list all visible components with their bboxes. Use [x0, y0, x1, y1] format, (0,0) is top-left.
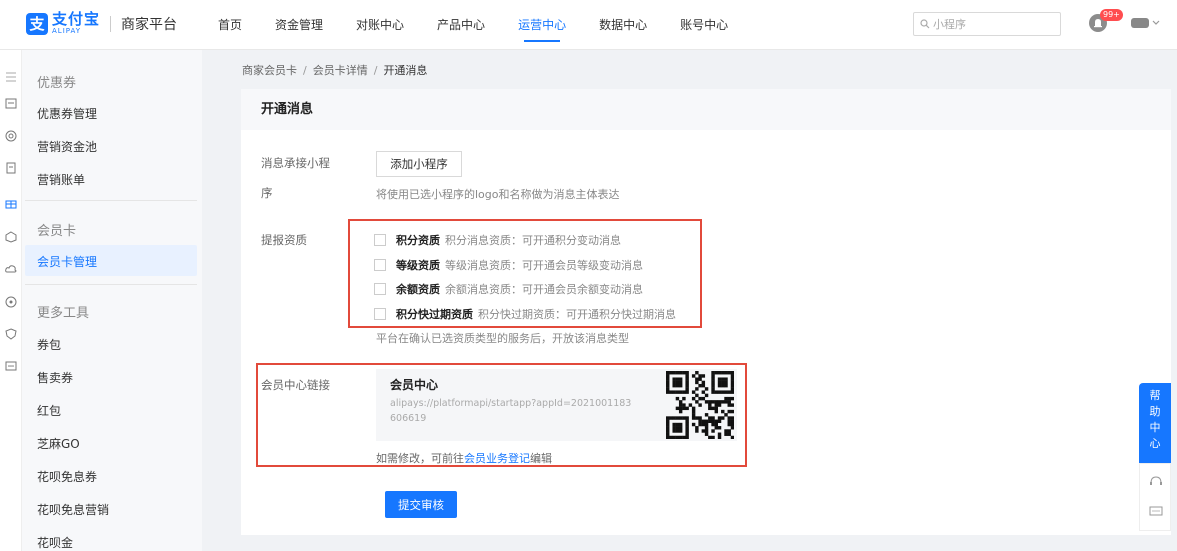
icon-rail: [0, 50, 22, 551]
gift-icon[interactable]: [4, 196, 18, 210]
page-title: 开通消息: [241, 89, 1171, 130]
nav-products[interactable]: 产品中心: [437, 0, 485, 50]
qualification-hint: 平台在确认已选资质类型的服务后，开放该消息类型: [376, 332, 629, 345]
notification-badge: 99+: [1100, 9, 1123, 21]
help-tools: [1139, 463, 1171, 531]
checkbox[interactable]: [374, 234, 386, 246]
record-icon[interactable]: [4, 295, 18, 309]
help-center-label: 帮助中心: [1149, 389, 1161, 450]
member-center-url: alipays://platformapi/startapp?appId=202…: [390, 398, 632, 424]
cube-icon[interactable]: [4, 230, 18, 244]
nav-home[interactable]: 首页: [218, 0, 242, 50]
target-icon[interactable]: [4, 129, 18, 143]
checkbox[interactable]: [374, 283, 386, 295]
sidebar-item-sale-coupon[interactable]: 售卖券: [37, 369, 73, 386]
chevron-down-icon: [1152, 20, 1160, 25]
breadcrumb-item[interactable]: 会员卡详情: [313, 64, 368, 77]
breadcrumb-item[interactable]: 商家会员卡: [242, 64, 297, 77]
breadcrumb-current: 开通消息: [383, 64, 428, 77]
sidebar-divider: [25, 284, 197, 285]
user-menu[interactable]: [1131, 18, 1160, 28]
sidebar-item-fund-pool[interactable]: 营销资金池: [37, 138, 97, 155]
add-miniapp-button[interactable]: 添加小程序: [376, 151, 462, 177]
sidebar-item-coupon-pack[interactable]: 券包: [37, 336, 61, 353]
sidebar-divider: [25, 200, 197, 201]
logo-divider: [110, 15, 112, 32]
new-feature-icon[interactable]: [1149, 504, 1163, 518]
sidebar-item-marketing-bill[interactable]: 营销账单: [37, 171, 85, 188]
nav-funds[interactable]: 资金管理: [275, 0, 323, 50]
alipay-logo[interactable]: 支 支付宝 ALIPAY 商家平台: [26, 12, 177, 35]
nav-data[interactable]: 数据中心: [599, 0, 647, 50]
sidebar-group-more-tools: 更多工具: [37, 306, 90, 321]
nav-operations[interactable]: 运营中心: [518, 0, 566, 50]
sidebar-item-zhima-go[interactable]: 芝麻GO: [37, 435, 80, 452]
main-nav: 首页 资金管理 对账中心 产品中心 运营中心 数据中心 账号中心: [218, 0, 728, 50]
member-link-label: 会员中心链接: [261, 378, 330, 392]
member-link-hint: 如需修改，可前往会员业务登记编辑: [376, 452, 552, 465]
breadcrumb: 商家会员卡 / 会员卡详情 / 开通消息: [242, 64, 428, 77]
miniapp-hint: 将使用已选小程序的logo和名称做为消息主体表达: [376, 188, 620, 201]
logo-title: 支付宝: [52, 10, 101, 28]
dashboard-icon[interactable]: [4, 97, 18, 111]
search-input[interactable]: [933, 17, 1053, 31]
sidebar-group-coupons: 优惠券: [37, 76, 77, 91]
sidebar-item-coupon-manage[interactable]: 优惠券管理: [37, 105, 97, 122]
avatar: [1131, 18, 1149, 28]
sidebar-item-huabei-gold[interactable]: 花呗金: [37, 534, 73, 551]
sidebar-item-huabei-coupon[interactable]: 花呗免息券: [37, 468, 97, 485]
sidebar-item-membership-manage[interactable]: 会员卡管理: [37, 253, 97, 270]
search-icon: [920, 19, 930, 29]
main-card: 开通消息 消息承接小程 序 添加小程序 将使用已选小程序的logo和名称做为消息…: [241, 89, 1171, 535]
miniapp-label: 消息承接小程: [261, 156, 330, 170]
qualification-label: 提报资质: [261, 233, 307, 247]
more-icon[interactable]: [4, 359, 18, 373]
cloud-icon[interactable]: [4, 262, 18, 276]
search-box[interactable]: [913, 12, 1061, 36]
qualification-option-points-expiring[interactable]: 积分快过期资质 积分快过期资质：可开通积分快过期消息: [374, 306, 676, 322]
checkbox[interactable]: [374, 259, 386, 271]
menu-icon[interactable]: [4, 70, 18, 84]
help-center-button[interactable]: 帮助中心: [1139, 383, 1171, 463]
document-icon[interactable]: [4, 161, 18, 175]
checkbox[interactable]: [374, 308, 386, 320]
submit-review-button[interactable]: 提交审核: [385, 491, 457, 518]
member-center-title: 会员中心: [390, 378, 439, 392]
top-bar: 支 支付宝 ALIPAY 商家平台 首页 资金管理 对账中心 产品中心 运营中心…: [0, 0, 1177, 50]
qualification-option-points[interactable]: 积分资质 积分消息资质：可开通积分变动消息: [374, 232, 621, 248]
shield-icon[interactable]: [4, 327, 18, 341]
sidebar-group-membership: 会员卡: [37, 224, 77, 239]
platform-name: 商家平台: [121, 16, 178, 33]
miniapp-label-cont: 序: [261, 186, 273, 200]
qr-code-icon[interactable]: [666, 371, 734, 439]
nav-reconciliation[interactable]: 对账中心: [356, 0, 404, 50]
member-registration-link[interactable]: 会员业务登记: [464, 452, 530, 465]
logo-en: ALIPAY: [52, 27, 82, 35]
sidebar-item-huabei-marketing[interactable]: 花呗免息营销: [37, 501, 109, 518]
alipay-logo-mark: 支: [26, 12, 48, 35]
qualification-option-level[interactable]: 等级资质 等级消息资质：可开通会员等级变动消息: [374, 257, 643, 273]
headset-icon[interactable]: [1149, 474, 1163, 488]
nav-account[interactable]: 账号中心: [680, 0, 728, 50]
member-link-panel: 会员中心 alipays://platformapi/startapp?appI…: [376, 369, 737, 441]
qualification-option-balance[interactable]: 余额资质 余额消息资质：可开通会员余额变动消息: [374, 281, 643, 297]
sidebar: 优惠券 优惠券管理 营销资金池 营销账单 会员卡 会员卡管理 更多工具 券包 售…: [22, 50, 202, 551]
sidebar-item-red-packet[interactable]: 红包: [37, 402, 61, 419]
